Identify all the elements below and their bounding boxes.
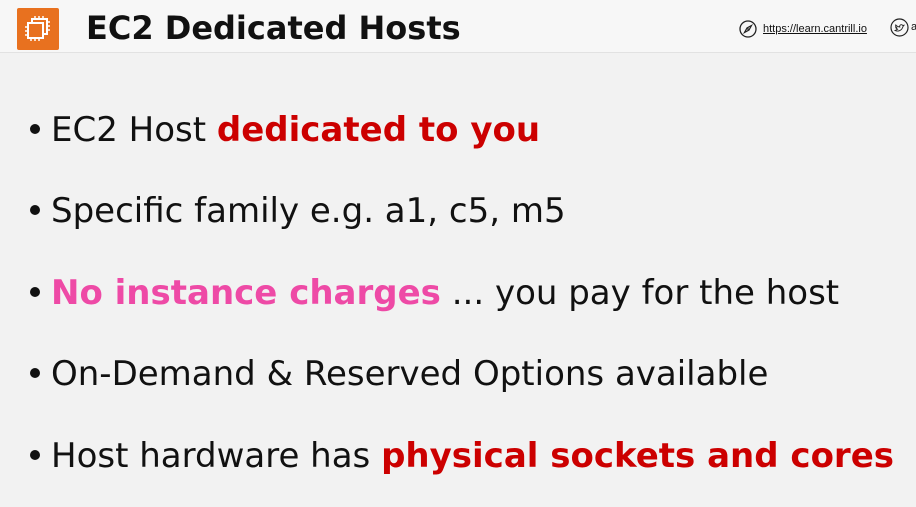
bullet-text: On-Demand & Reserved Options available: [51, 354, 769, 394]
bullet-text: Host hardware has: [51, 436, 382, 476]
bullet-text: ... you pay for the host: [440, 273, 840, 313]
bullet-item: Host hardware has physical sockets and c…: [30, 434, 894, 478]
bullet-dot: [30, 123, 40, 134]
bullet-emphasis: physical sockets and cores: [381, 436, 894, 476]
twitter-handle[interactable]: a: [911, 21, 916, 33]
slide-title: EC2 Dedicated Hosts: [86, 9, 461, 47]
bullet-text: Specific family e.g. a1, c5, m5: [51, 191, 566, 231]
bullet-dot: [30, 367, 40, 378]
bullet-dot: [30, 204, 40, 215]
bullet-dot: [30, 449, 40, 460]
bullet-emphasis: No instance charges: [51, 273, 441, 313]
bullet-text: EC2 Host: [51, 110, 217, 150]
bullet-item: On-Demand & Reserved Options available: [30, 352, 768, 396]
website-link[interactable]: https://learn.cantrill.io: [763, 23, 867, 35]
website-link-group[interactable]: https://learn.cantrill.io: [739, 18, 867, 40]
bullet-dot: [30, 286, 40, 297]
compass-icon: [739, 20, 757, 38]
bullet-item: No instance charges ... you pay for the …: [30, 271, 839, 315]
twitter-icon[interactable]: [890, 18, 909, 37]
bullet-emphasis: dedicated to you: [216, 110, 541, 150]
bullet-item: EC2 Host dedicated to you: [30, 108, 540, 152]
ec2-instance-icon: [17, 8, 59, 50]
slide-header: EC2 Dedicated Hosts https://learn.cantri…: [0, 0, 916, 53]
bullet-item: Specific family e.g. a1, c5, m5: [30, 189, 566, 233]
